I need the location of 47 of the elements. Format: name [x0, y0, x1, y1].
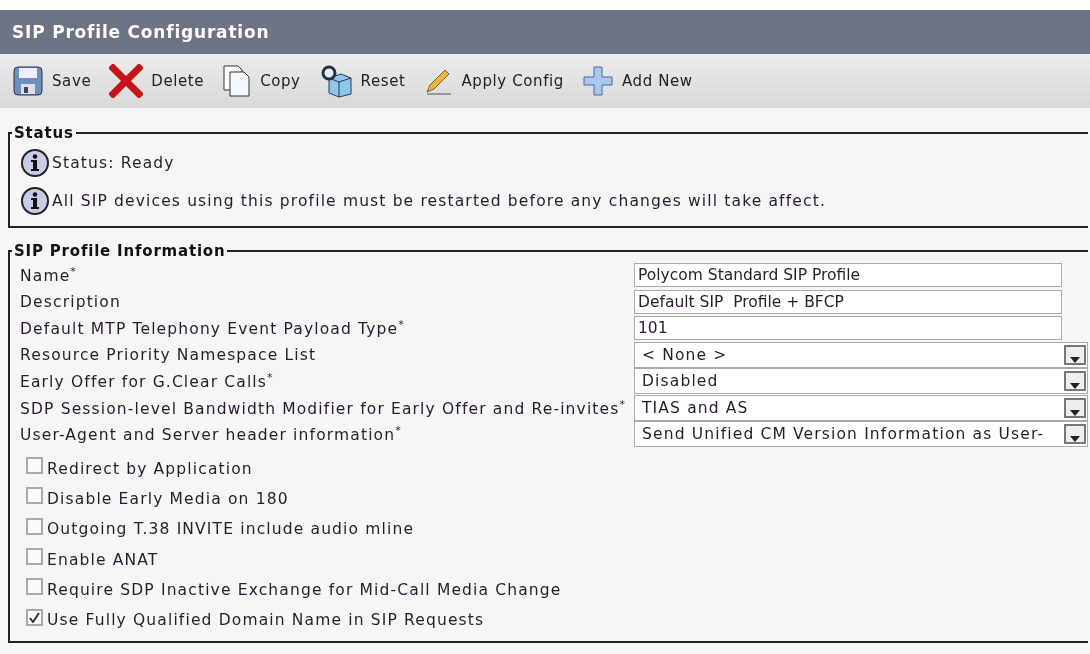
copy-button[interactable]: Copy: [218, 62, 305, 100]
delete-x-icon: [109, 64, 144, 98]
checkbox[interactable]: [26, 457, 43, 475]
info-icon: [20, 148, 50, 178]
status-message: Status: Ready: [52, 154, 175, 172]
checkbox[interactable]: [26, 608, 43, 626]
caret-icon: [1070, 436, 1080, 443]
checkbox-label: Enable ANAT: [47, 550, 159, 569]
copy-pages-icon: [222, 64, 253, 98]
status-message: All SIP devices using this profile must be restarted before any changes will take affect.: [52, 192, 826, 210]
section-legend: SIP Profile Information: [12, 242, 228, 260]
text-field[interactable]: 101: [634, 316, 1062, 341]
field-label: User-Agent and Server header information$^{*}$: [20, 424, 403, 445]
info-icon: [20, 186, 50, 216]
text-field[interactable]: Default SIP Profile + BFCP: [634, 289, 1062, 314]
dropdown-field[interactable]: < None >: [634, 341, 1088, 368]
delete-button[interactable]: Delete: [105, 62, 209, 100]
checkbox-label: Require SDP Inactive Exchange for Mid-Call Media Change: [47, 580, 562, 599]
caret-icon: [1070, 409, 1080, 416]
checkbox-label: Use Fully Qualified Domain Name in SIP Requests: [47, 611, 485, 630]
field-label: Name$^{*}$: [20, 265, 78, 286]
page-title: SIP Profile Configuration: [0, 10, 1090, 54]
field-label: SDP Session-level Bandwidth Modifier for Early Offer and Re-invites$^{*}$: [20, 397, 628, 418]
field-label: Early Offer for G.Clear Calls$^{*}$: [20, 371, 275, 392]
dropdown-field[interactable]: TIAS and AS: [634, 394, 1088, 421]
dropdown-field[interactable]: Disabled: [634, 368, 1088, 395]
checkbox-label: Redirect by Application: [47, 459, 253, 478]
add-button[interactable]: Add New: [577, 63, 697, 99]
field-label: Default MTP Telephony Event Payload Type$^{*}$: [20, 318, 406, 339]
apply-button[interactable]: Apply Config: [419, 64, 568, 98]
section-legend: Status: [12, 124, 76, 142]
checkbox-label: Disable Early Media on 180: [47, 489, 289, 508]
checkbox[interactable]: [26, 517, 43, 535]
checkbox[interactable]: [26, 487, 43, 505]
checkbox[interactable]: [26, 548, 43, 566]
field-label: Description: [20, 292, 122, 311]
caret-icon: [1070, 356, 1080, 363]
caret-icon: [1070, 383, 1080, 390]
reset-button[interactable]: Reset: [314, 62, 410, 100]
text-field[interactable]: Polycom Standard SIP Profile: [634, 263, 1062, 288]
save-button[interactable]: Save: [8, 63, 96, 99]
checkbox-label: Outgoing T.38 INVITE include audio mline: [47, 520, 415, 539]
field-label: Resource Priority Namespace List: [20, 345, 318, 364]
check-icon: [29, 611, 40, 623]
plus-icon: [581, 65, 614, 97]
checkbox[interactable]: [26, 578, 43, 596]
dropdown-field[interactable]: Send Unified CM Version Information as User-: [634, 421, 1088, 448]
